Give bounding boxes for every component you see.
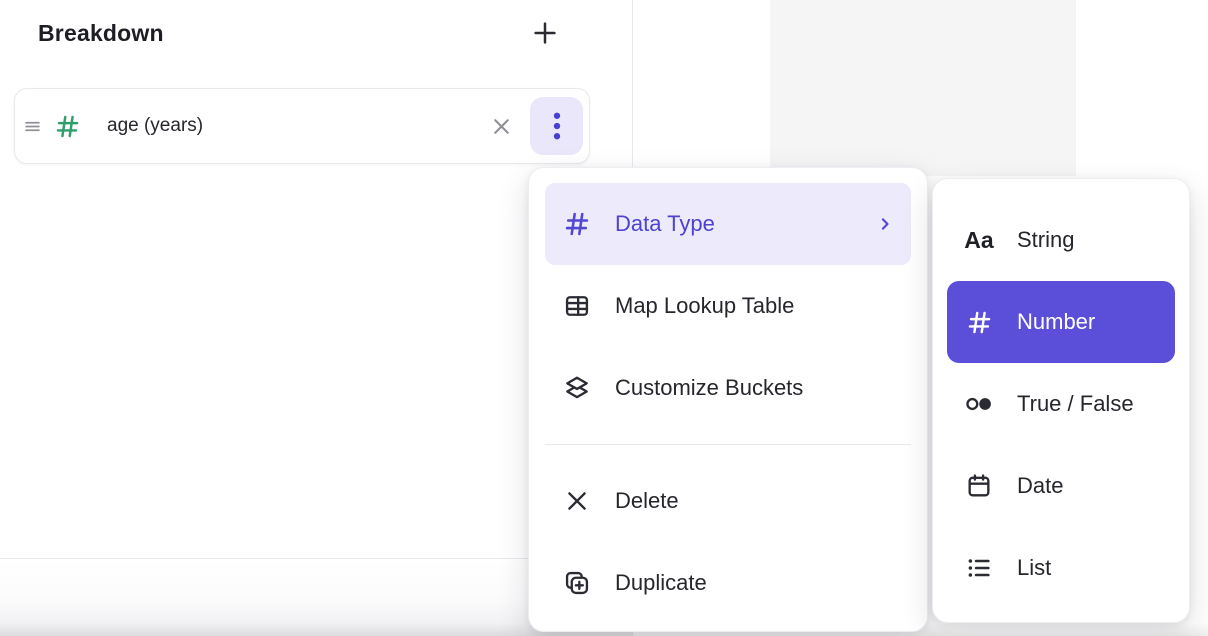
hash-icon bbox=[563, 210, 591, 238]
menu-item-label: Duplicate bbox=[615, 570, 707, 596]
duplicate-icon bbox=[563, 569, 591, 597]
menu-item-customize-buckets[interactable]: Customize Buckets bbox=[545, 347, 911, 429]
x-icon bbox=[563, 487, 591, 515]
page-title: Breakdown bbox=[38, 20, 164, 47]
hash-icon bbox=[965, 308, 993, 336]
menu-item-label: String bbox=[1017, 227, 1074, 253]
menu-item-label: List bbox=[1017, 555, 1051, 581]
plus-icon bbox=[530, 18, 560, 48]
breakdown-header: Breakdown bbox=[38, 14, 562, 52]
app-canvas: Breakdown age (years) bbox=[0, 0, 1208, 636]
submenu-item-list[interactable]: List bbox=[947, 527, 1175, 609]
chevron-right-icon bbox=[875, 214, 895, 234]
hash-icon bbox=[54, 113, 81, 140]
field-name-label: age (years) bbox=[107, 115, 203, 137]
menu-item-label: Number bbox=[1017, 309, 1095, 335]
menu-item-data-type[interactable]: Data Type bbox=[545, 183, 911, 265]
submenu-item-true-false[interactable]: True / False bbox=[947, 363, 1175, 445]
submenu-item-date[interactable]: Date bbox=[947, 445, 1175, 527]
menu-item-label: Map Lookup Table bbox=[615, 293, 794, 319]
menu-divider bbox=[545, 444, 911, 445]
field-options-menu: Data Type Map Lookup Table bbox=[528, 167, 928, 632]
text-icon: Aa bbox=[965, 226, 993, 254]
canvas-placeholder bbox=[770, 0, 1076, 176]
menu-item-map-lookup-table[interactable]: Map Lookup Table bbox=[545, 265, 911, 347]
calendar-icon bbox=[965, 472, 993, 500]
boolean-circles-icon bbox=[965, 390, 993, 418]
drag-handle-icon[interactable] bbox=[24, 118, 41, 135]
add-breakdown-button[interactable] bbox=[528, 16, 562, 50]
dots-vertical-icon bbox=[543, 109, 571, 143]
remove-field-button[interactable] bbox=[482, 107, 520, 145]
table-icon bbox=[563, 292, 591, 320]
submenu-item-string[interactable]: Aa String bbox=[947, 199, 1175, 281]
breakdown-field-card[interactable]: age (years) bbox=[14, 88, 590, 164]
menu-item-label: True / False bbox=[1017, 391, 1134, 417]
submenu-item-number[interactable]: Number bbox=[947, 281, 1175, 363]
menu-item-label: Delete bbox=[615, 488, 679, 514]
close-icon bbox=[490, 115, 513, 138]
menu-item-label: Data Type bbox=[615, 211, 715, 237]
menu-item-label: Date bbox=[1017, 473, 1063, 499]
field-options-button[interactable] bbox=[530, 97, 583, 155]
menu-item-delete[interactable]: Delete bbox=[545, 460, 911, 542]
list-icon bbox=[965, 554, 993, 582]
stack-icon bbox=[563, 374, 591, 402]
menu-item-label: Customize Buckets bbox=[615, 375, 803, 401]
data-type-submenu: Aa String Number True / False bbox=[932, 178, 1190, 623]
menu-item-duplicate[interactable]: Duplicate bbox=[545, 542, 911, 624]
